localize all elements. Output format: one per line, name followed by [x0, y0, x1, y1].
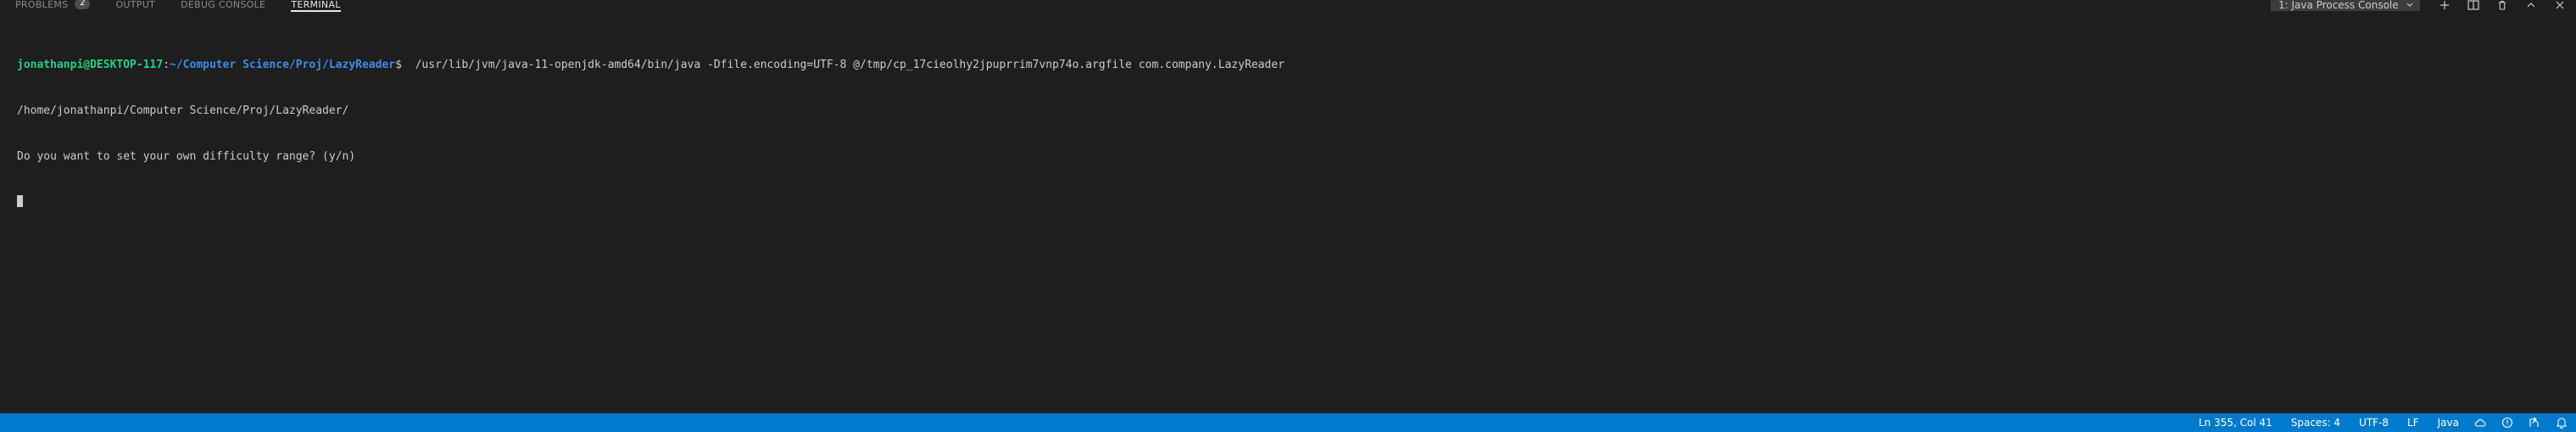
panel-actions: 1: Java Process Console [2271, 0, 2576, 12]
terminal-output[interactable]: jonathanpi@DESKTOP-117:~/Computer Scienc… [17, 27, 1285, 226]
terminal-cursor [17, 195, 23, 207]
close-icon [2556, 1, 2564, 9]
chevron-down-icon [2406, 3, 2413, 7]
cloud-icon [2474, 419, 2486, 427]
status-bar: Ln 355, Col 41 Spaces: 4 UTF-8 LF Java [0, 413, 2576, 432]
indentation[interactable]: Spaces: 4 [2291, 417, 2340, 429]
terminal-select[interactable]: 1: Java Process Console [2271, 0, 2420, 11]
terminal-output-line: /home/jonathanpi/Computer Science/Proj/L… [17, 104, 349, 117]
kill-terminal-button[interactable] [2495, 0, 2510, 10]
tab-problems[interactable]: PROBLEMS 2 [15, 0, 91, 12]
end-of-line[interactable]: LF [2407, 417, 2419, 429]
tab-output[interactable]: OUTPUT [115, 0, 155, 12]
split-terminal-button[interactable] [2466, 0, 2481, 10]
sync-button[interactable] [2474, 417, 2486, 429]
live-share-icon [2529, 417, 2539, 427]
live-share-button[interactable] [2529, 417, 2540, 429]
prompt-path: ~/Computer Science/Proj/LazyReader [170, 59, 396, 71]
tab-terminal-label: TERMINAL [291, 0, 341, 10]
trash-icon [2499, 0, 2506, 10]
feedback-icon [2501, 417, 2513, 429]
terminal-output-line: Do you want to set your own difficulty r… [17, 150, 356, 163]
add-icon [2440, 1, 2449, 9]
panel-tabs: PROBLEMS 2 OUTPUT DEBUG CONSOLE TERMINAL [15, 0, 366, 12]
tab-output-label: OUTPUT [115, 0, 156, 10]
prompt-separator: : [163, 59, 170, 71]
split-icon [2467, 0, 2479, 10]
prompt-user: jonathanpi@DESKTOP-117 [17, 59, 164, 71]
feedback-button[interactable] [2501, 417, 2513, 429]
terminal-input-line[interactable] [17, 195, 1285, 210]
tab-problems-label: PROBLEMS [15, 0, 69, 10]
new-terminal-button[interactable] [2437, 0, 2452, 10]
prompt-symbol: $ [395, 59, 402, 71]
chevron-up-icon [2527, 3, 2535, 8]
problems-count-badge: 2 [75, 0, 91, 9]
terminal-select-value: 1: Java Process Console [2278, 0, 2399, 11]
cursor-position[interactable]: Ln 355, Col 41 [2199, 417, 2272, 429]
panel-header: PROBLEMS 2 OUTPUT DEBUG CONSOLE TERMINAL… [0, 0, 2576, 12]
terminal-command: /usr/lib/jvm/java-11-openjdk-amd64/bin/j… [401, 59, 1285, 71]
tab-debug-console[interactable]: DEBUG CONSOLE [181, 0, 265, 12]
tab-debug-console-label: DEBUG CONSOLE [181, 0, 266, 10]
language-mode[interactable]: Java [2438, 417, 2459, 429]
file-encoding[interactable]: UTF-8 [2359, 417, 2389, 429]
maximize-panel-button[interactable] [2523, 0, 2539, 10]
bell-icon [2556, 418, 2567, 429]
tab-terminal[interactable]: TERMINAL [291, 0, 342, 12]
terminal-command-line: jonathanpi@DESKTOP-117:~/Computer Scienc… [17, 58, 1285, 73]
notifications-button[interactable] [2556, 417, 2568, 429]
close-panel-button[interactable] [2552, 0, 2568, 10]
